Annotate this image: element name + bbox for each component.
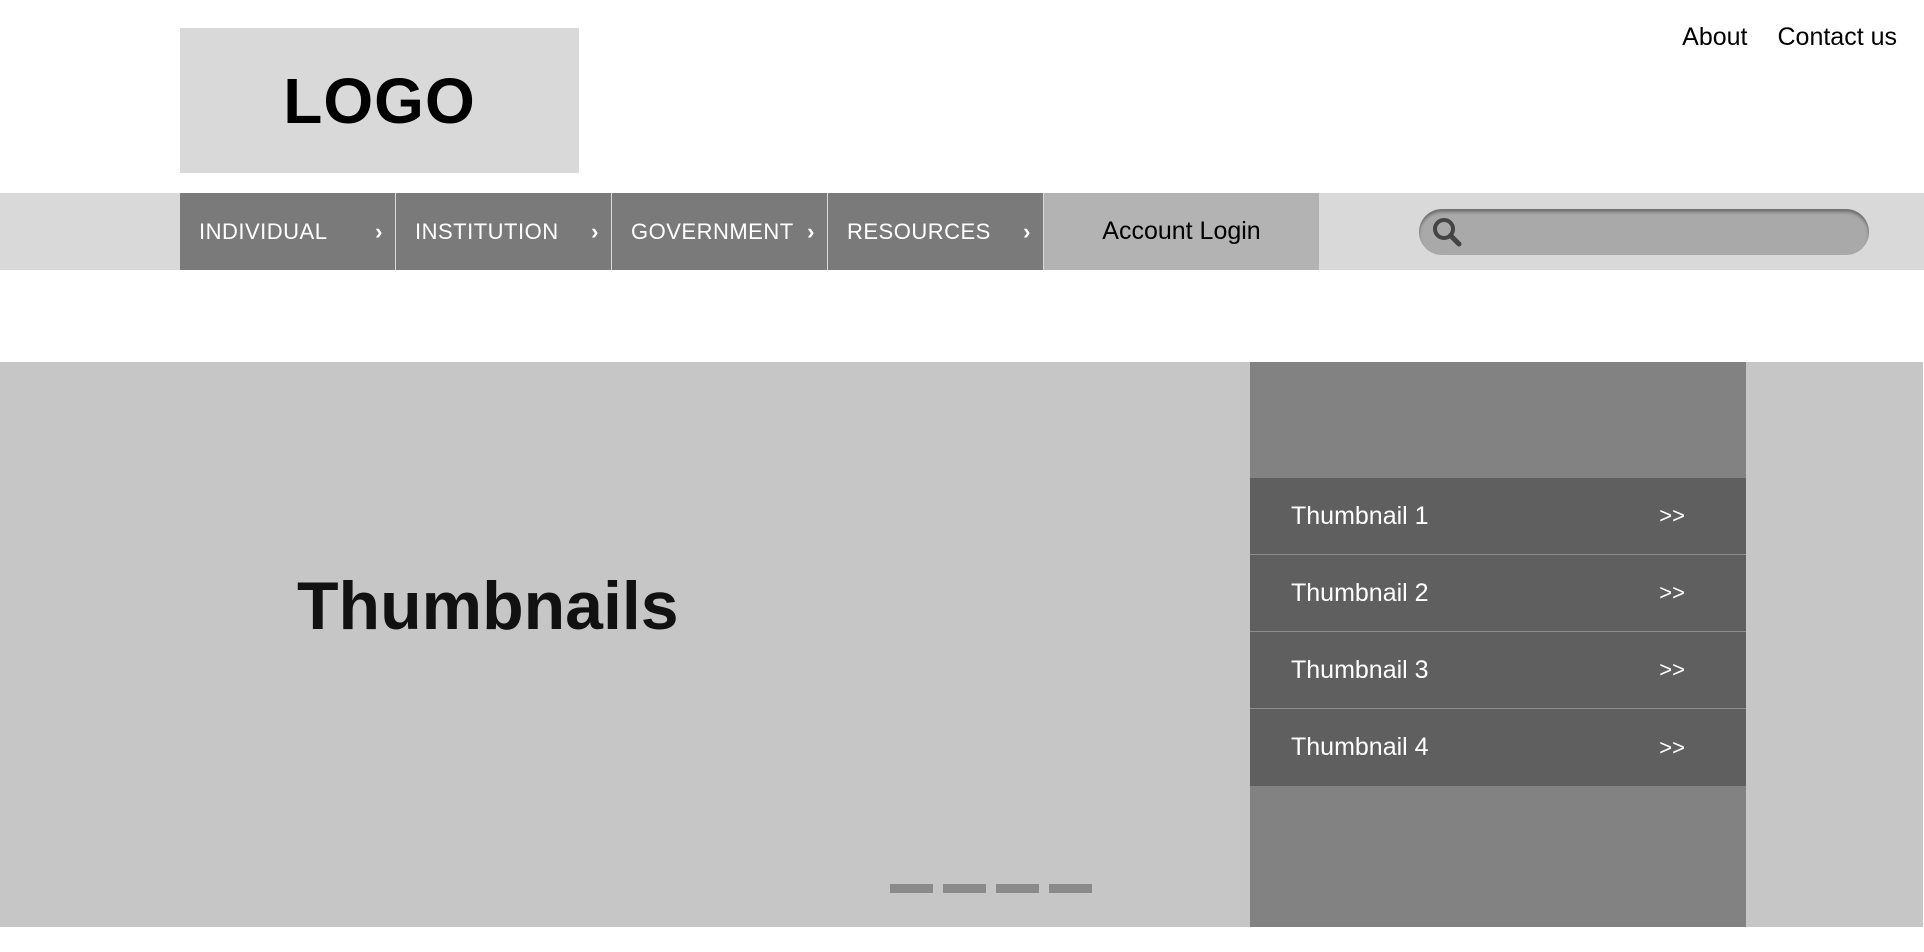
nav-item-label: RESOURCES [847,218,991,244]
nav-item-label: GOVERNMENT [631,218,794,244]
thumbnail-item-2[interactable]: Thumbnail 2 >> [1250,555,1746,632]
thumbnail-item-3[interactable]: Thumbnail 3 >> [1250,632,1746,709]
double-arrow-icon: >> [1659,734,1685,760]
nav-item-label: INDIVIDUAL [199,218,328,244]
thumbnail-panel: Thumbnail 1 >> Thumbnail 2 >> Thumbnail … [1250,362,1746,927]
carousel-indicators [890,884,1092,893]
hero-banner: Thumbnails Thumbnail 1 >> Thumbnail 2 >>… [0,362,1924,927]
carousel-dot[interactable] [1049,884,1092,893]
nav-item-label: INSTITUTION [415,218,559,244]
top-links: About Contact us [1682,23,1897,52]
search-icon[interactable] [1431,216,1463,248]
main-navbar: INDIVIDUAL › INSTITUTION › GOVERNMENT › … [0,193,1924,270]
thumbnail-list: Thumbnail 1 >> Thumbnail 2 >> Thumbnail … [1250,478,1746,786]
chevron-right-icon: › [591,218,599,244]
double-arrow-icon: >> [1659,657,1685,682]
thumbnail-label: Thumbnail 1 [1291,501,1429,530]
chevron-right-icon: › [1023,218,1031,244]
thumbnail-label: Thumbnail 3 [1291,655,1429,684]
search-input[interactable] [1463,209,1869,255]
logo[interactable]: LOGO [180,28,579,173]
thumbnail-label: Thumbnail 4 [1291,733,1429,761]
search-bar[interactable] [1419,209,1869,255]
thumbnail-item-1[interactable]: Thumbnail 1 >> [1250,478,1746,555]
nav-item-individual[interactable]: INDIVIDUAL › [180,193,395,270]
carousel-dot[interactable] [943,884,986,893]
nav-item-institution[interactable]: INSTITUTION › [396,193,611,270]
chevron-right-icon: › [807,218,815,244]
hero-title: Thumbnails [297,568,679,644]
about-link[interactable]: About [1682,23,1747,52]
contact-us-link[interactable]: Contact us [1777,23,1897,52]
thumbnail-label: Thumbnail 2 [1291,578,1429,607]
thumbnail-item-4[interactable]: Thumbnail 4 >> [1250,709,1746,786]
carousel-dot[interactable] [890,884,933,893]
carousel-dot[interactable] [996,884,1039,893]
double-arrow-icon: >> [1659,580,1685,605]
nav-item-government[interactable]: GOVERNMENT › [612,193,827,270]
account-login-button[interactable]: Account Login [1044,193,1319,270]
nav-item-resources[interactable]: RESOURCES › [828,193,1043,270]
chevron-right-icon: › [375,218,383,244]
double-arrow-icon: >> [1659,503,1685,528]
